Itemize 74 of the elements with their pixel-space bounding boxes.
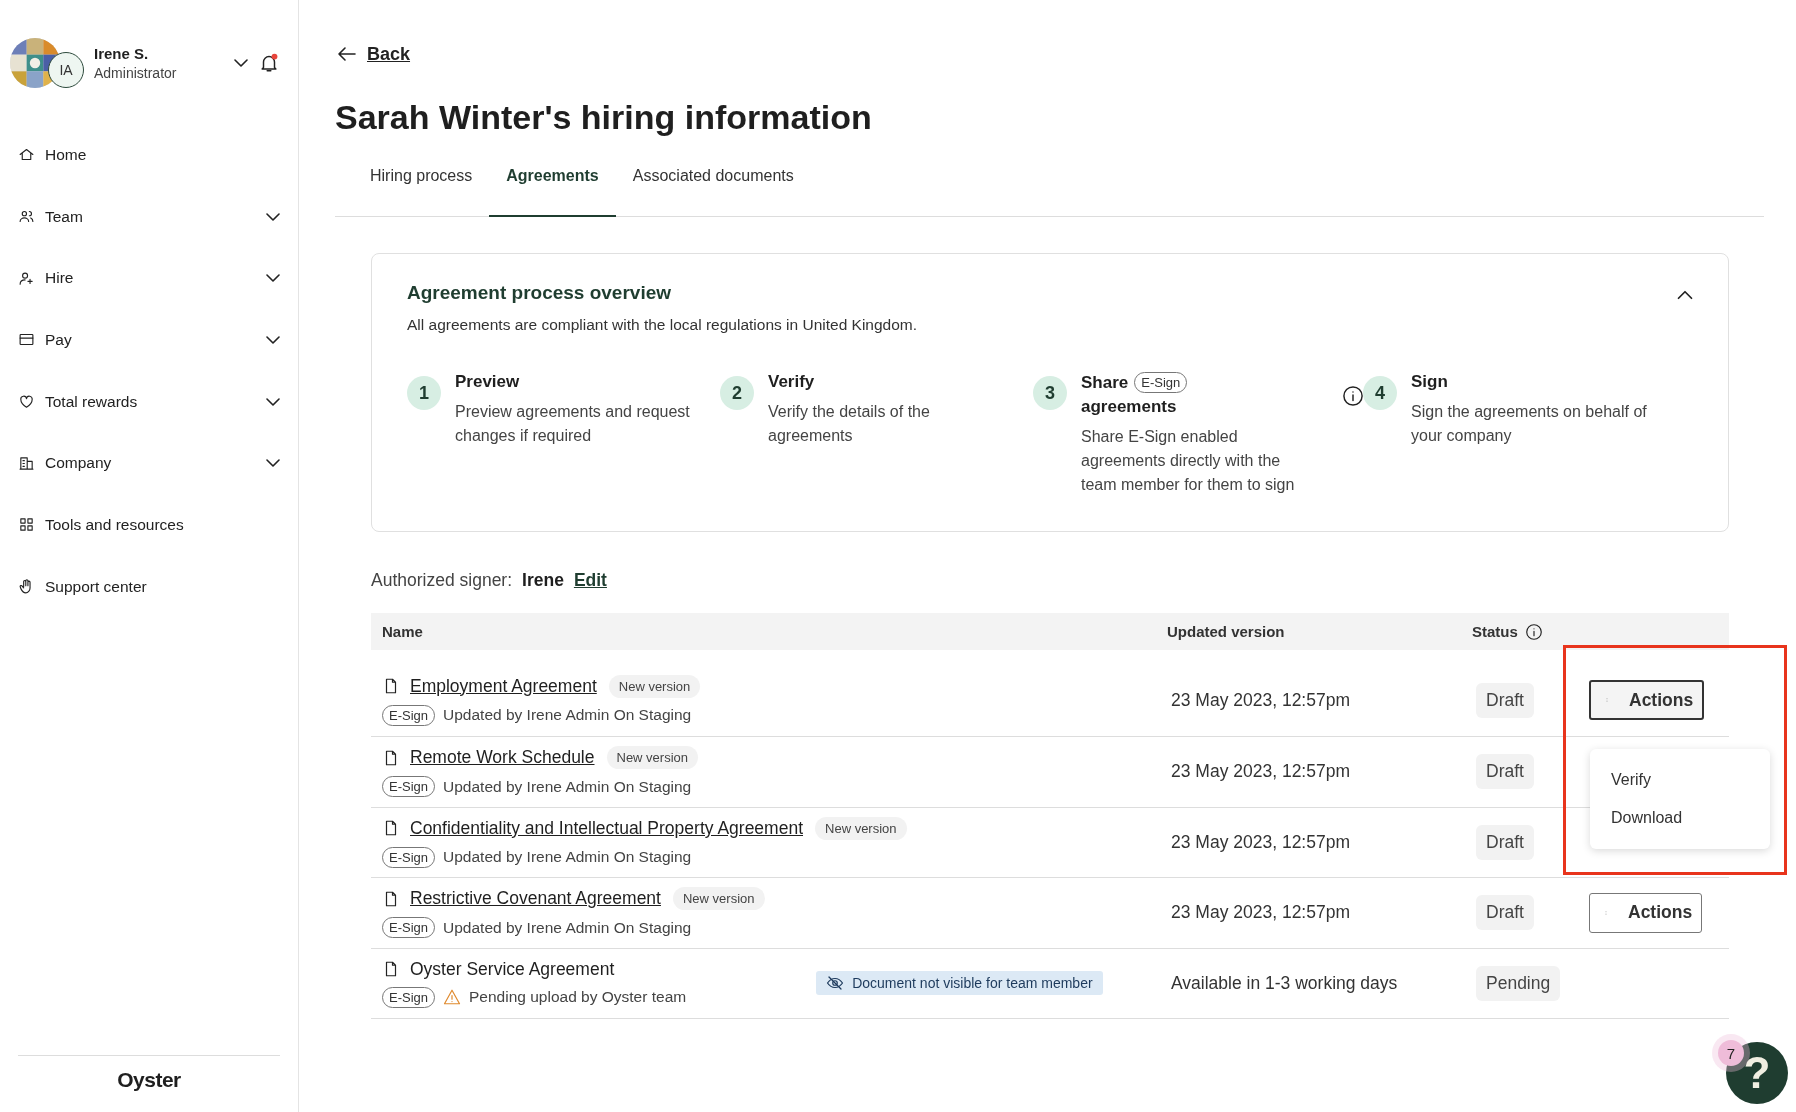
version-tag: New version (815, 816, 907, 840)
edit-link[interactable]: Edit (573, 570, 607, 591)
column-header: Name (382, 623, 423, 640)
nav-item[interactable]: Company (10, 432, 280, 495)
nav-item[interactable]: Support center (10, 555, 280, 618)
document-link[interactable]: Employment Agreement (410, 675, 597, 697)
step-number: 3 (1033, 376, 1067, 410)
nav-item[interactable]: Pay (10, 309, 280, 371)
chevron-down-icon[interactable] (234, 59, 248, 67)
menu-item[interactable]: Download (1590, 799, 1770, 837)
grid-icon (18, 516, 35, 534)
document-name: Oyster Service Agreement (410, 958, 615, 980)
status-badge: Draft (1476, 895, 1534, 931)
table-cell-text: Available in 1-3 working days (1170, 972, 1398, 994)
status-badge: Pending (1476, 965, 1561, 1001)
tab[interactable]: Agreements (489, 167, 616, 217)
nav-item[interactable]: Team (10, 185, 280, 248)
user-role: Administrator (94, 65, 178, 81)
status-badge: Draft (1476, 824, 1534, 860)
step-description: Verify the details of the agreements (768, 402, 931, 446)
column-header: Updated version (1167, 623, 1285, 640)
tab[interactable]: Hiring process (355, 167, 490, 217)
building-icon (18, 454, 35, 472)
document-link[interactable]: Confidentiality and Intellectual Property Agreement (410, 817, 803, 839)
card-subtitle: All agreements are compliant with the local regulations in United Kingdom. (407, 316, 918, 334)
info-icon[interactable] (1525, 623, 1542, 640)
document-link[interactable]: Restrictive Covenant Agreement (410, 888, 661, 910)
step-title: Preview (455, 372, 520, 392)
menu-item[interactable]: Verify (1590, 761, 1770, 799)
table-cell-text: 23 May 2023, 12:57pm (1170, 761, 1350, 783)
actions-button[interactable]: Actions (1589, 892, 1703, 933)
update-note: Updated by Irene Admin On Staging (443, 918, 692, 937)
column-header: Status (1472, 623, 1518, 640)
document-link[interactable]: Remote Work Schedule (410, 747, 595, 769)
heart-icon (18, 393, 35, 411)
nav-item[interactable]: Total rewards (10, 370, 280, 433)
signer-label: Authorized signer: (371, 570, 513, 591)
info-icon[interactable] (1343, 386, 1363, 406)
step-description: Share E-Sign enabled agreements directly with the team member for them to sign (1081, 427, 1296, 495)
step-description: Sign the agreements on behalf of your company (1411, 402, 1648, 446)
back-link[interactable]: Back (335, 42, 1764, 66)
step-number: 2 (720, 376, 754, 410)
nav-item[interactable]: Home (10, 124, 280, 186)
signer-name: Irene (522, 570, 564, 591)
update-note: Updated by Irene Admin On Staging (443, 848, 692, 867)
nav-item[interactable]: Hire (10, 247, 280, 310)
version-tag: New version (606, 746, 699, 770)
step-number: 1 (407, 376, 441, 410)
step-title: Verify (768, 372, 815, 392)
visibility-notice: Document not visible for team member (816, 971, 1103, 996)
update-note: Pending upload by Oyster team (469, 988, 687, 1007)
card-title: Agreement process overview (407, 282, 672, 304)
notification-count: 7 (1718, 1040, 1744, 1066)
tab[interactable]: Associated documents (615, 167, 811, 217)
logo[interactable]: Oyster (117, 1068, 181, 1092)
table-cell-text: 23 May 2023, 12:57pm (1170, 902, 1350, 924)
step-number: 4 (1363, 376, 1397, 410)
version-tag: New version (608, 674, 701, 698)
step-title: Share (1081, 372, 1129, 393)
step-title: agreements (1081, 397, 1178, 417)
step-title: Sign (1411, 372, 1448, 392)
update-note: Updated by Irene Admin On Staging (443, 706, 692, 724)
step-description: Preview agreements and request changes if required (455, 402, 691, 446)
initials-avatar: IA (48, 52, 84, 88)
table-cell-text: 23 May 2023, 12:57pm (1170, 831, 1350, 853)
status-badge: Draft (1476, 754, 1534, 790)
nav-item[interactable]: Tools and resources (10, 494, 280, 556)
page-title: Sarah Winter's hiring information (335, 98, 873, 137)
user-name: Irene S. (94, 45, 150, 62)
update-note: Updated by Irene Admin On Staging (443, 777, 692, 796)
actions-button[interactable]: Actions (1589, 680, 1705, 720)
status-badge: Draft (1476, 682, 1534, 718)
version-tag: New version (672, 887, 765, 911)
table-cell-text: 23 May 2023, 12:57pm (1170, 689, 1350, 711)
